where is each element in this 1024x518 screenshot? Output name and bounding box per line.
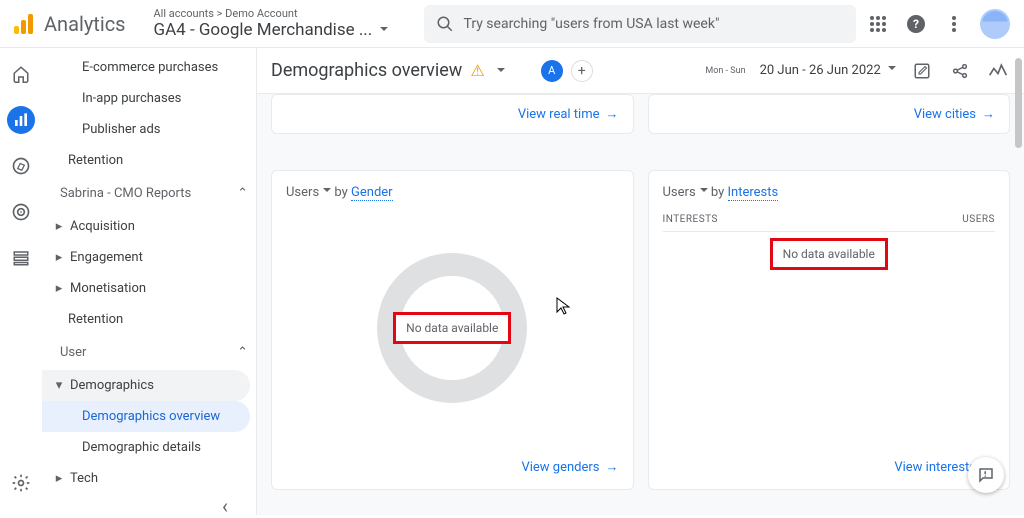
sidebar-item-publisher-ads[interactable]: Publisher ads: [42, 114, 250, 145]
advertising-icon[interactable]: [7, 198, 35, 226]
sidebar-item-retention[interactable]: Retention: [42, 145, 250, 176]
product-logo[interactable]: Analytics: [12, 12, 126, 36]
account-switcher[interactable]: All accounts > Demo Account GA4 - Google…: [154, 7, 404, 40]
scrollbar-thumb[interactable]: [1015, 58, 1022, 148]
edit-report-icon[interactable]: [910, 59, 934, 83]
breadcrumb: All accounts > Demo Account: [154, 7, 404, 20]
sidebar-item-label: Demographics: [70, 378, 154, 393]
chevron-down-icon: [319, 185, 331, 200]
report-sidebar: E-commerce purchases In-app purchases Pu…: [42, 48, 257, 515]
configure-icon[interactable]: [7, 244, 35, 272]
caret-right-icon: ▸: [54, 219, 64, 234]
analytics-logo-icon: [12, 12, 36, 36]
chevron-up-icon: ⌃: [237, 345, 248, 360]
no-data-highlight: No data available: [770, 238, 888, 270]
page-title: Demographics overview: [271, 60, 462, 81]
main-content: Demographics overview ⚠ A + Mon - Sun 20…: [257, 48, 1024, 515]
share-icon[interactable]: [948, 59, 972, 83]
header-actions: ?: [866, 9, 1016, 39]
dimension-label: Interests: [728, 185, 779, 201]
add-comparison-button[interactable]: +: [571, 60, 593, 82]
sidebar-user-label: User: [60, 345, 86, 360]
sidebar-item-label: Monetisation: [70, 281, 146, 296]
date-label: Mon - Sun: [705, 66, 745, 76]
sidebar-item-tech[interactable]: ▸ Tech: [42, 463, 250, 494]
chevron-up-icon: ⌃: [237, 186, 248, 201]
sidebar-item-demographics-overview[interactable]: Demographics overview: [42, 401, 250, 432]
warning-icon[interactable]: ⚠: [470, 61, 484, 80]
dimension-label: Gender: [351, 185, 393, 201]
column-header: INTERESTS: [663, 214, 718, 225]
sidebar-item-demographics[interactable]: ▾ Demographics: [42, 370, 250, 401]
sidebar-item-monetisation[interactable]: ▸ Monetisation: [42, 273, 250, 304]
search-icon: [436, 15, 454, 33]
date-range-picker[interactable]: 20 Jun - 26 Jun 2022: [760, 63, 896, 78]
card-title[interactable]: Users by Gender: [286, 185, 619, 200]
view-genders-link[interactable]: View genders →: [521, 459, 618, 475]
sidebar-item-label: Acquisition: [70, 219, 135, 234]
admin-icon[interactable]: [7, 469, 35, 497]
metric-label: Users: [663, 185, 696, 200]
sidebar-collection-label: Sabrina - CMO Reports: [60, 186, 191, 201]
view-realtime-link[interactable]: View real time →: [518, 106, 619, 122]
comparison-chip[interactable]: A: [541, 60, 563, 82]
help-icon[interactable]: ?: [904, 12, 928, 36]
feedback-button[interactable]: [968, 457, 1004, 493]
caret-down-icon: ▾: [54, 378, 64, 393]
no-data-highlight: No data available: [393, 312, 511, 344]
sidebar-user-header[interactable]: User ⌃: [42, 335, 256, 370]
property-name: GA4 - Google Merchandise ...: [154, 20, 404, 40]
chevron-down-icon[interactable]: [493, 61, 505, 80]
sidebar-item-label: Tech: [70, 471, 98, 486]
sidebar-item-acquisition[interactable]: ▸ Acquisition: [42, 211, 250, 242]
insights-icon[interactable]: [986, 59, 1010, 83]
table-header: INTERESTS USERS: [663, 214, 996, 232]
apps-icon[interactable]: [866, 12, 890, 36]
caret-right-icon: ▸: [54, 250, 64, 265]
mouse-cursor-icon: [556, 297, 570, 315]
product-name: Analytics: [44, 12, 126, 36]
chat-icon: [977, 466, 995, 484]
chevron-down-icon: [884, 63, 896, 78]
app-header: Analytics All accounts > Demo Account GA…: [0, 0, 1024, 48]
user-avatar[interactable]: [980, 9, 1010, 39]
caret-right-icon: ▸: [54, 281, 64, 296]
nav-rail: [0, 48, 42, 515]
by-label: by: [334, 185, 347, 200]
card-stub-realtime: View real time →: [271, 94, 634, 134]
column-header: USERS: [962, 214, 995, 225]
sidebar-item-inapp-purchases[interactable]: In-app purchases: [42, 83, 250, 114]
metric-label: Users: [286, 185, 319, 200]
search-bar[interactable]: Try searching "users from USA last week": [424, 5, 857, 43]
report-toolbar: Demographics overview ⚠ A + Mon - Sun 20…: [257, 48, 1024, 94]
more-vert-icon[interactable]: [942, 12, 966, 36]
by-label: by: [711, 185, 724, 200]
explore-icon[interactable]: [7, 152, 35, 180]
view-cities-link[interactable]: View cities →: [914, 106, 995, 122]
sidebar-item-engagement[interactable]: ▸ Engagement: [42, 242, 250, 273]
link-label: View real time: [518, 107, 600, 122]
date-range-text: 20 Jun - 26 Jun 2022: [760, 63, 881, 78]
card-users-by-interests: Users by Interests INTERESTS USERS No da…: [648, 170, 1011, 490]
search-placeholder: Try searching "users from USA last week": [464, 16, 720, 32]
chevron-down-icon: [696, 185, 708, 200]
card-title[interactable]: Users by Interests: [663, 185, 996, 200]
svg-text:?: ?: [913, 17, 919, 31]
sidebar-item-demographic-details[interactable]: Demographic details: [42, 432, 250, 463]
card-stub-cities: View cities →: [648, 94, 1011, 134]
home-icon[interactable]: [7, 60, 35, 88]
sidebar-collection-header[interactable]: Sabrina - CMO Reports ⌃: [42, 176, 256, 211]
sidebar-item-retention-2[interactable]: Retention: [42, 304, 250, 335]
sidebar-item-label: Engagement: [70, 250, 143, 265]
chevron-down-icon: [376, 20, 388, 40]
card-users-by-gender: Users by Gender No data available View g…: [271, 170, 634, 490]
property-name-text: GA4 - Google Merchandise ...: [154, 20, 373, 40]
link-label: View interests: [894, 460, 976, 475]
link-label: View cities: [914, 107, 976, 122]
reports-icon[interactable]: [7, 106, 35, 134]
link-label: View genders: [521, 460, 599, 475]
collapse-sidebar-button[interactable]: ‹: [222, 494, 256, 518]
sidebar-item-ecommerce-purchases[interactable]: E-commerce purchases: [42, 52, 250, 83]
caret-right-icon: ▸: [54, 471, 64, 486]
